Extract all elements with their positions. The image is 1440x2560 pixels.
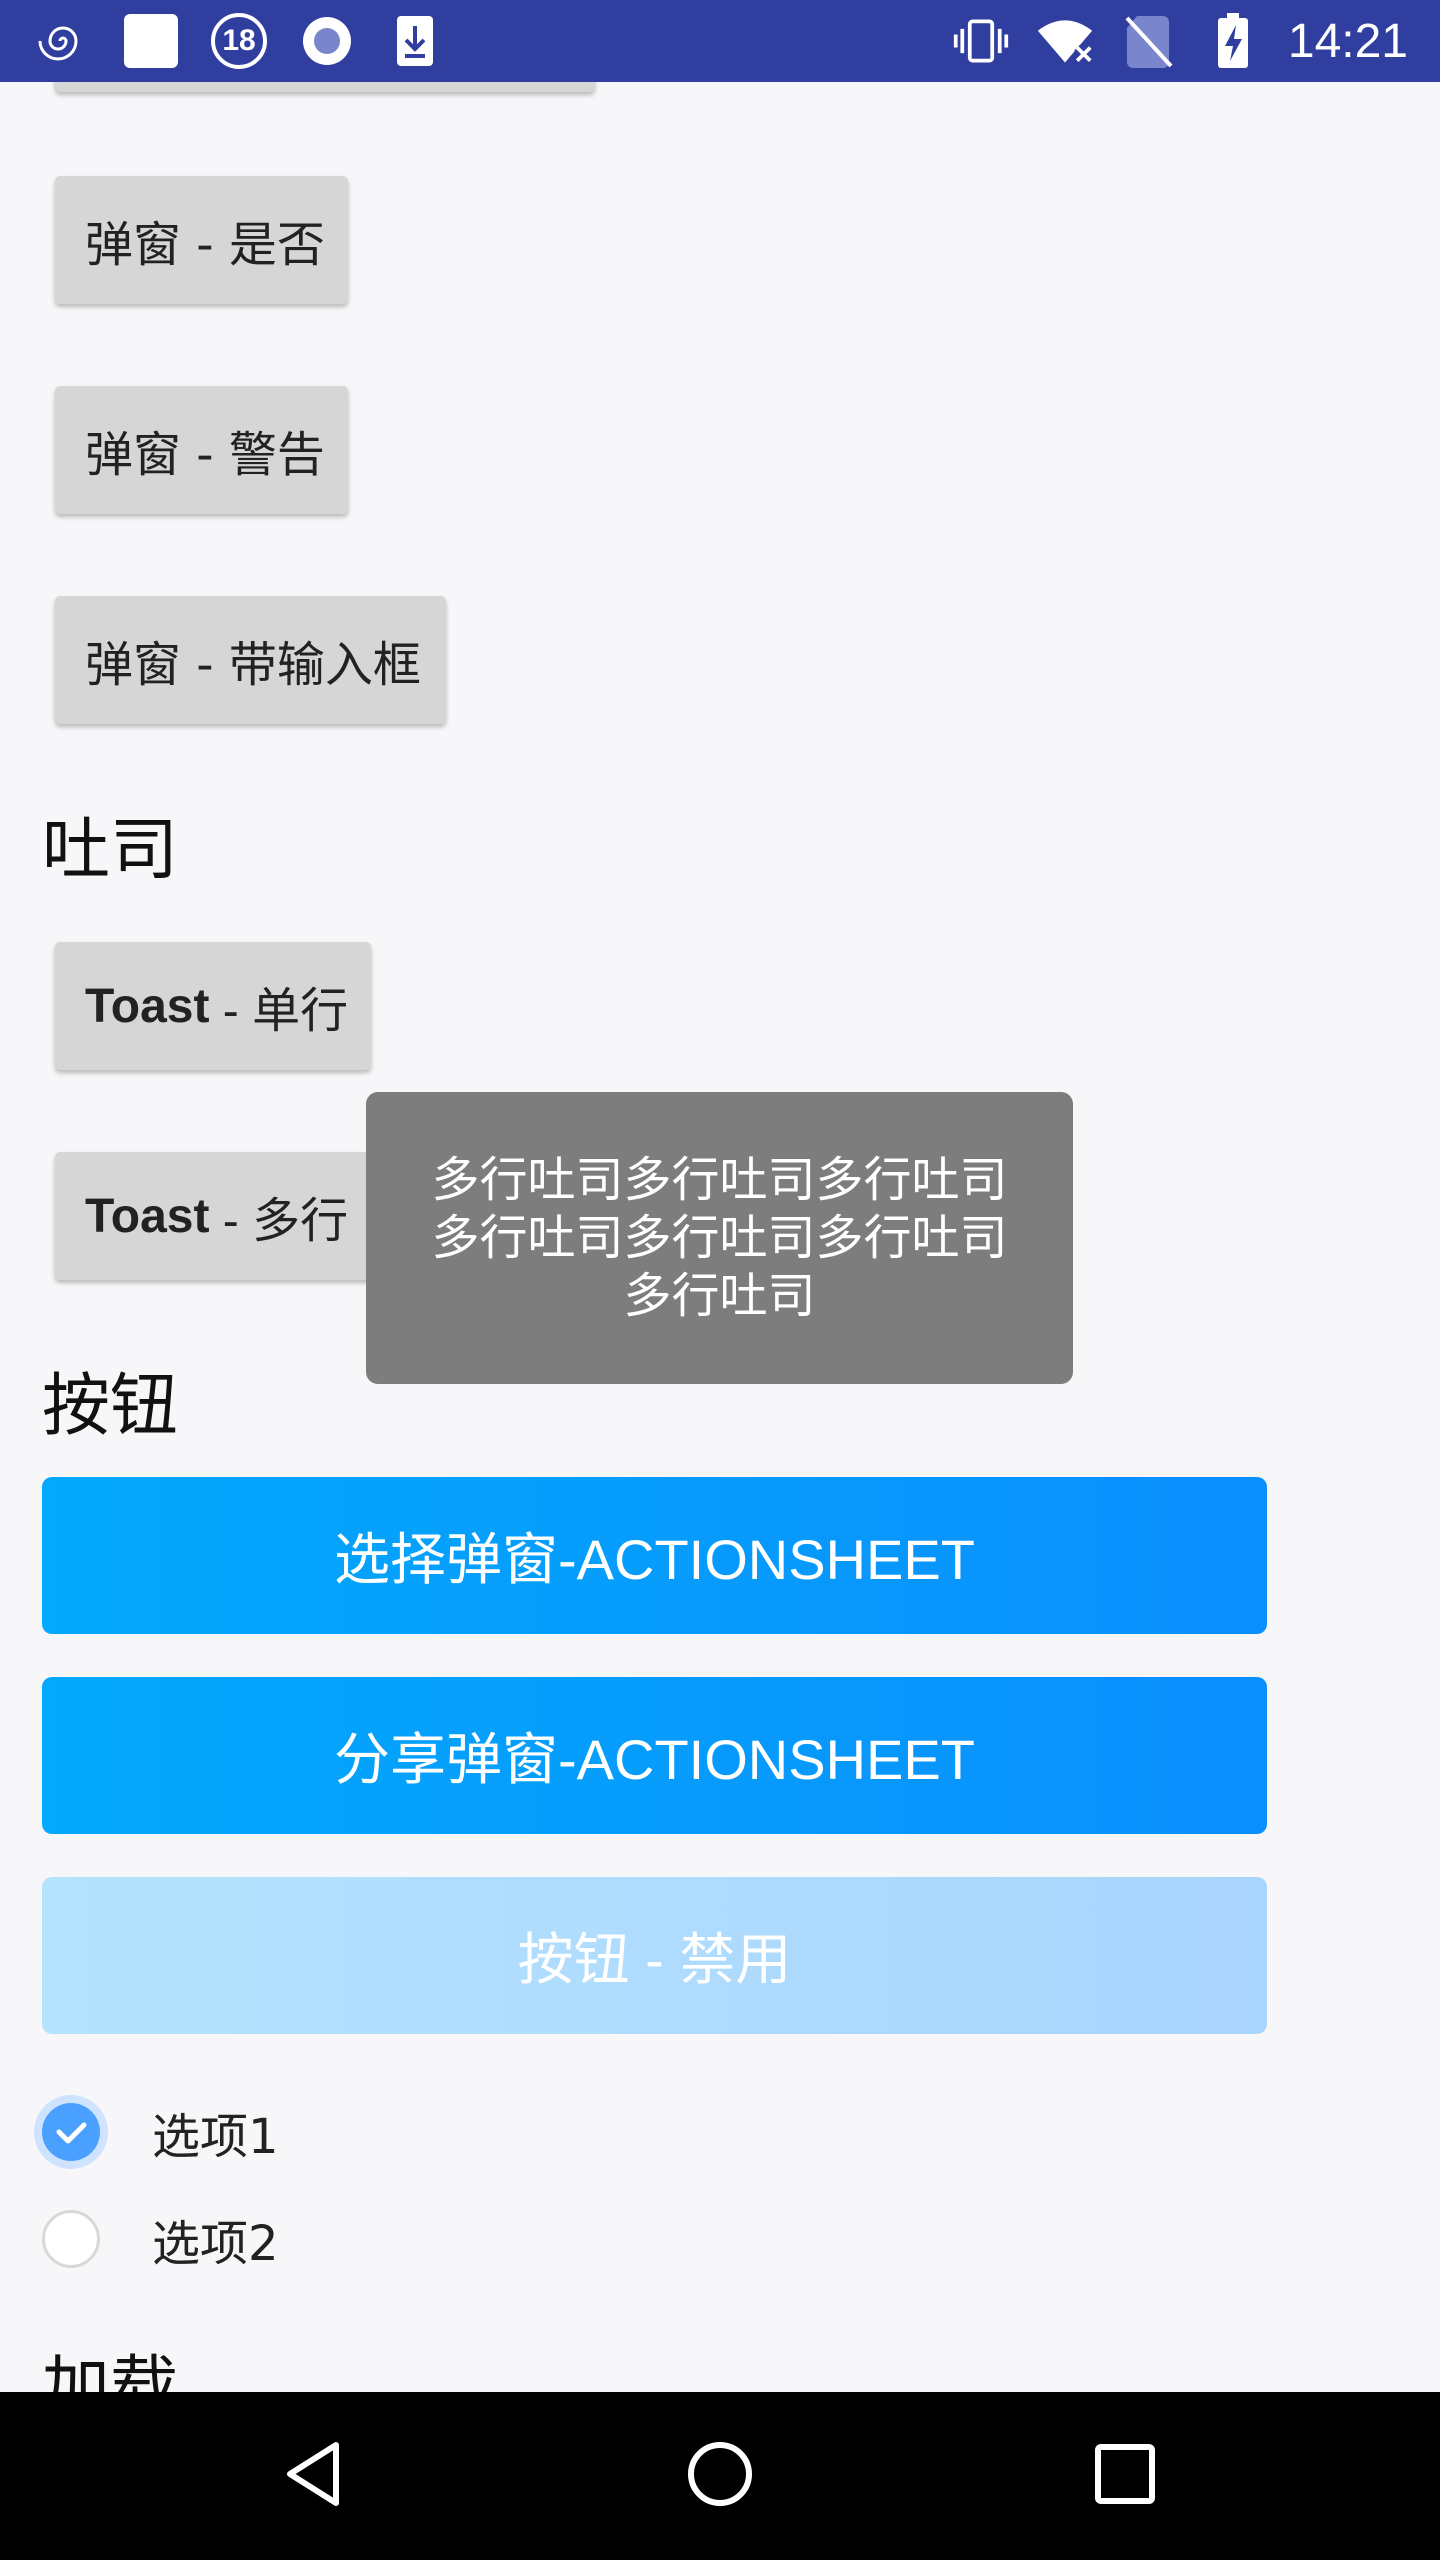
- toast-popup: 多行吐司多行吐司多行吐司多行吐司多行吐司多行吐司多行吐司: [366, 1092, 1073, 1384]
- app-screen: 18 14:21 弹窗 - 是否 弹窗 - 警告 弹窗 - 带输入框 吐司 To…: [0, 0, 1440, 2560]
- button-section-title: 按钮: [42, 1367, 179, 1446]
- back-button[interactable]: [265, 2426, 365, 2526]
- toast-multi-button[interactable]: Toast - 多行: [55, 1152, 371, 1280]
- toast-multi-prefix: Toast: [85, 1189, 210, 1243]
- dialog-alert-button[interactable]: 弹窗 - 警告: [55, 386, 348, 514]
- white-square-icon: [122, 12, 180, 70]
- toast-popup-text: 多行吐司多行吐司多行吐司多行吐司多行吐司多行吐司多行吐司: [431, 1152, 1008, 1324]
- disabled-button-label: 按钮 - 禁用: [517, 1928, 792, 1991]
- dialog-alert-label: 弹窗 - 警告: [85, 427, 325, 483]
- select-actionsheet-label: 选择弹窗-ACTIONSHEET: [334, 1528, 975, 1591]
- notification-count: 18: [222, 24, 256, 57]
- back-triangle-icon: [280, 2439, 350, 2513]
- recents-button[interactable]: [1075, 2426, 1175, 2526]
- scroll-content[interactable]: 弹窗 - 是否 弹窗 - 警告 弹窗 - 带输入框 吐司 Toast - 单行 …: [0, 82, 1440, 2392]
- dialog-input-button[interactable]: 弹窗 - 带输入框: [55, 596, 446, 724]
- home-circle-icon: [685, 2439, 755, 2513]
- navigation-bar: [0, 2392, 1440, 2560]
- status-bar: 18 14:21: [0, 0, 1440, 82]
- loading-section-title: 加载: [42, 2349, 179, 2392]
- select-actionsheet-button[interactable]: 选择弹窗-ACTIONSHEET: [42, 1477, 1267, 1634]
- radio-option-2[interactable]: 选项2: [42, 2199, 279, 2279]
- download-icon: [386, 12, 444, 70]
- notification-count-badge: 18: [210, 12, 268, 70]
- toast-single-prefix: Toast: [85, 979, 210, 1033]
- battery-charging-icon: [1204, 12, 1262, 70]
- dialog-yes-no-button[interactable]: 弹窗 - 是否: [55, 176, 348, 304]
- record-icon: [298, 12, 356, 70]
- status-time: 14:21: [1287, 14, 1408, 68]
- radio-option-1-label: 选项1: [152, 2109, 279, 2165]
- recents-square-icon: [1093, 2442, 1157, 2510]
- home-button[interactable]: [670, 2426, 770, 2526]
- partial-top-button[interactable]: [55, 82, 595, 92]
- share-actionsheet-label: 分享弹窗-ACTIONSHEET: [334, 1728, 975, 1791]
- vibrate-icon: [952, 12, 1010, 70]
- toast-section-title: 吐司: [42, 811, 179, 890]
- disabled-button: 按钮 - 禁用: [42, 1877, 1267, 2034]
- wifi-off-icon: [1036, 12, 1094, 70]
- dialog-input-label: 弹窗 - 带输入框: [85, 637, 421, 693]
- toast-single-suffix: - 单行: [209, 985, 349, 1038]
- share-actionsheet-button[interactable]: 分享弹窗-ACTIONSHEET: [42, 1677, 1267, 1834]
- swirl-app-icon: [34, 12, 92, 70]
- no-sim-icon: [1120, 12, 1178, 70]
- radio-unchecked-icon[interactable]: [42, 2210, 100, 2268]
- toast-multi-suffix: - 多行: [209, 1195, 349, 1248]
- toast-single-button[interactable]: Toast - 单行: [55, 942, 371, 1070]
- dialog-yes-no-label: 弹窗 - 是否: [85, 217, 325, 273]
- radio-option-2-label: 选项2: [152, 2216, 279, 2272]
- radio-option-1[interactable]: 选项1: [42, 2092, 279, 2172]
- radio-checked-icon[interactable]: [42, 2103, 100, 2161]
